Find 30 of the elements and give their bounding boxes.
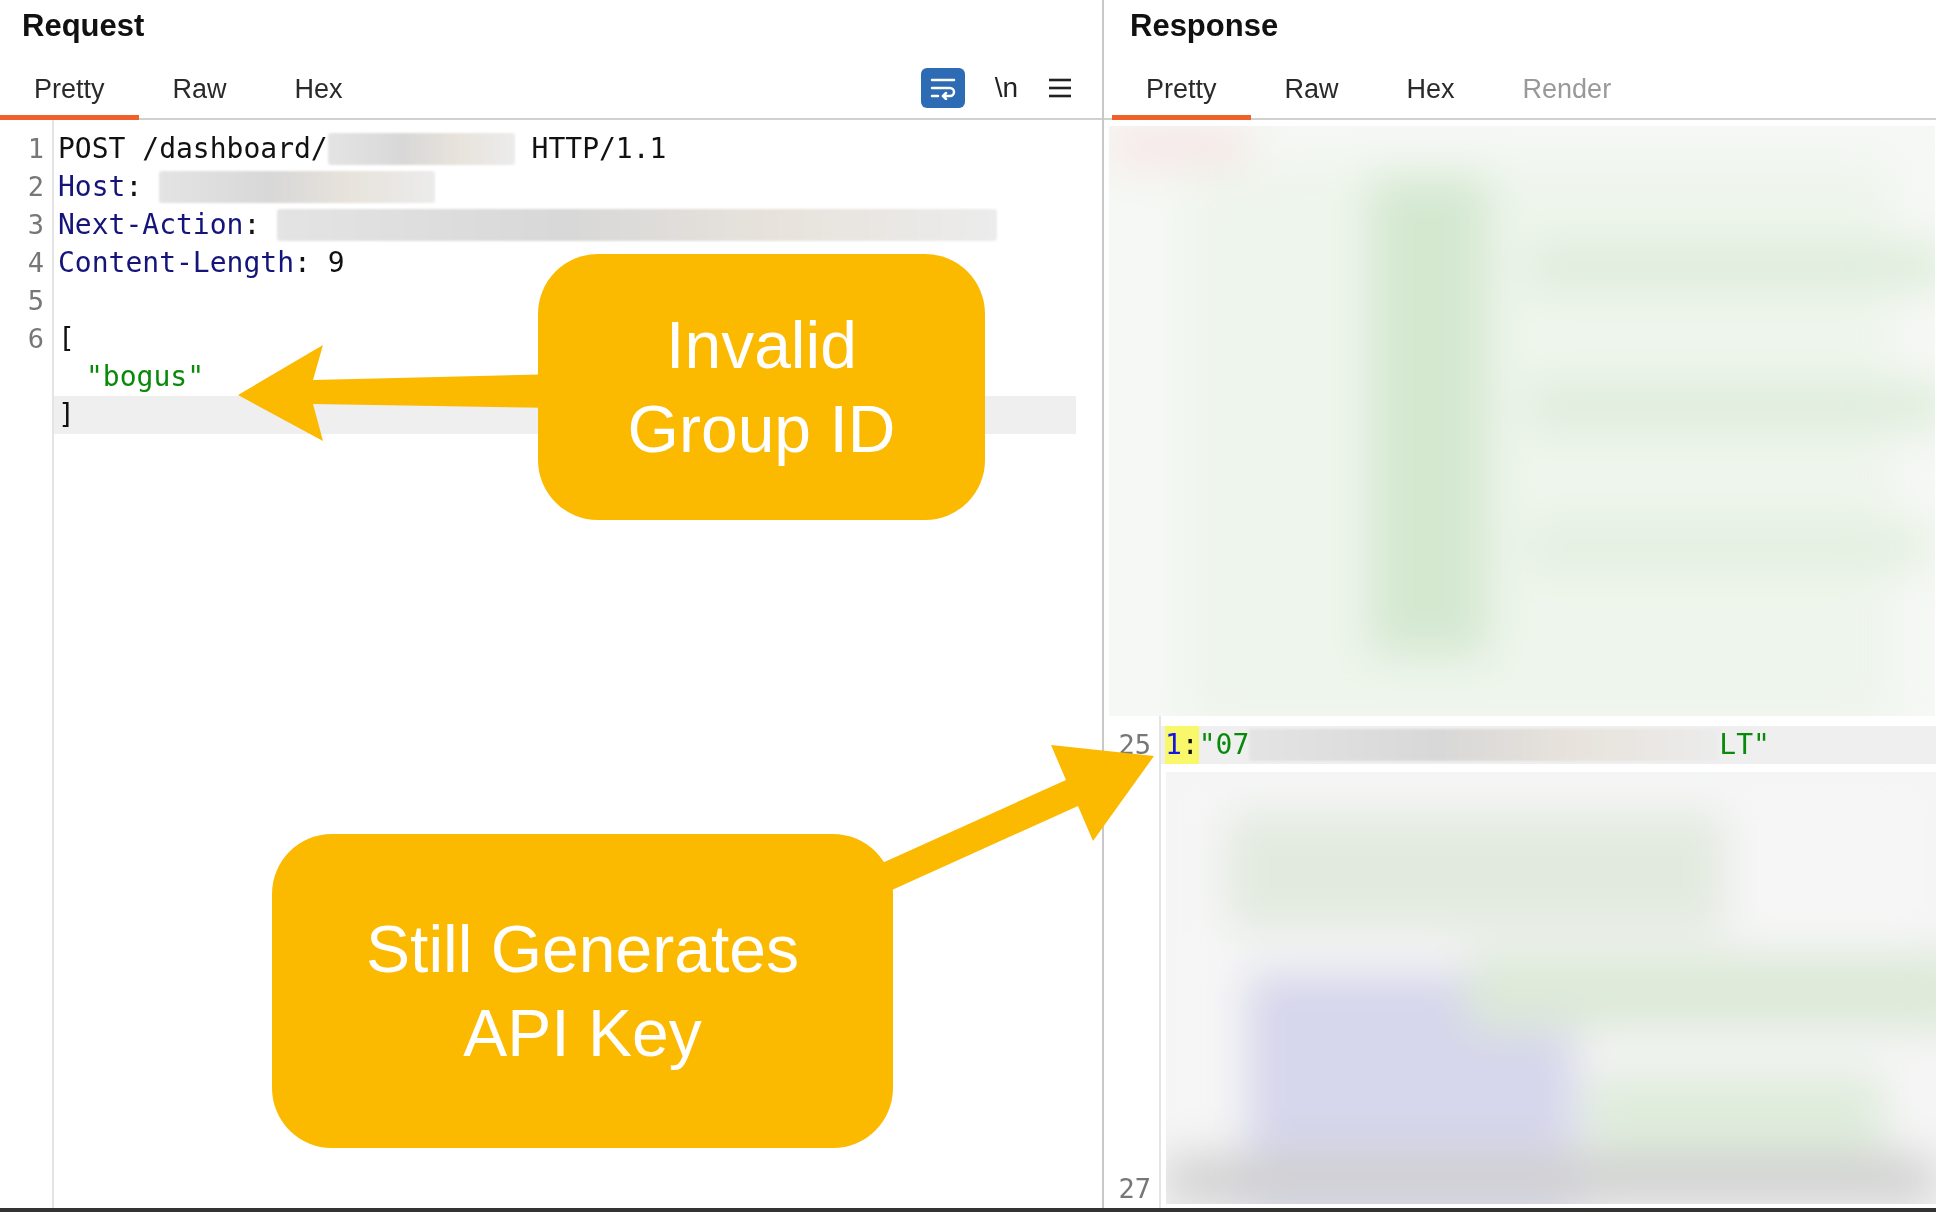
wrap-toggle-button[interactable] xyxy=(920,68,965,108)
tab[interactable]: Raw xyxy=(1250,74,1373,120)
line-number: 3 xyxy=(26,208,45,242)
line-number: 5 xyxy=(26,284,45,318)
wrap-lines-icon xyxy=(928,76,957,100)
tab[interactable]: Hex xyxy=(1372,74,1489,120)
code-line: ] xyxy=(58,397,75,433)
panel-title: Response xyxy=(1129,7,1280,45)
callout-label: Still Generates API Key xyxy=(272,834,893,1148)
code-line: Host: xyxy=(58,168,436,206)
line-number: 27 xyxy=(1117,1172,1152,1206)
panel-title: Request xyxy=(21,7,146,45)
tab[interactable]: Pretty xyxy=(1112,74,1251,120)
tab[interactable]: Raw xyxy=(138,74,261,120)
newline-toggle[interactable]: \n xyxy=(994,72,1018,104)
line-number: 6 xyxy=(26,322,45,356)
code-line: "bogus" xyxy=(86,359,204,395)
tab[interactable]: Hex xyxy=(260,74,377,120)
menu-icon[interactable] xyxy=(1048,77,1072,99)
tab[interactable]: Pretty xyxy=(0,74,139,120)
code-line: Next-Action: xyxy=(58,206,998,244)
line-number: 25 xyxy=(1117,728,1152,762)
code-line: POST /dashboard/ HTTP/1.1 xyxy=(58,131,667,167)
line-number: 1 xyxy=(26,132,45,166)
code-line: 1:"07 LT" xyxy=(1165,726,1770,764)
code-line: Content-Length: 9 xyxy=(58,245,345,281)
code-line: [ xyxy=(58,321,75,357)
line-number: 2 xyxy=(26,170,45,204)
callout-label: Invalid Group ID xyxy=(538,254,985,520)
line-number: 4 xyxy=(26,246,45,280)
